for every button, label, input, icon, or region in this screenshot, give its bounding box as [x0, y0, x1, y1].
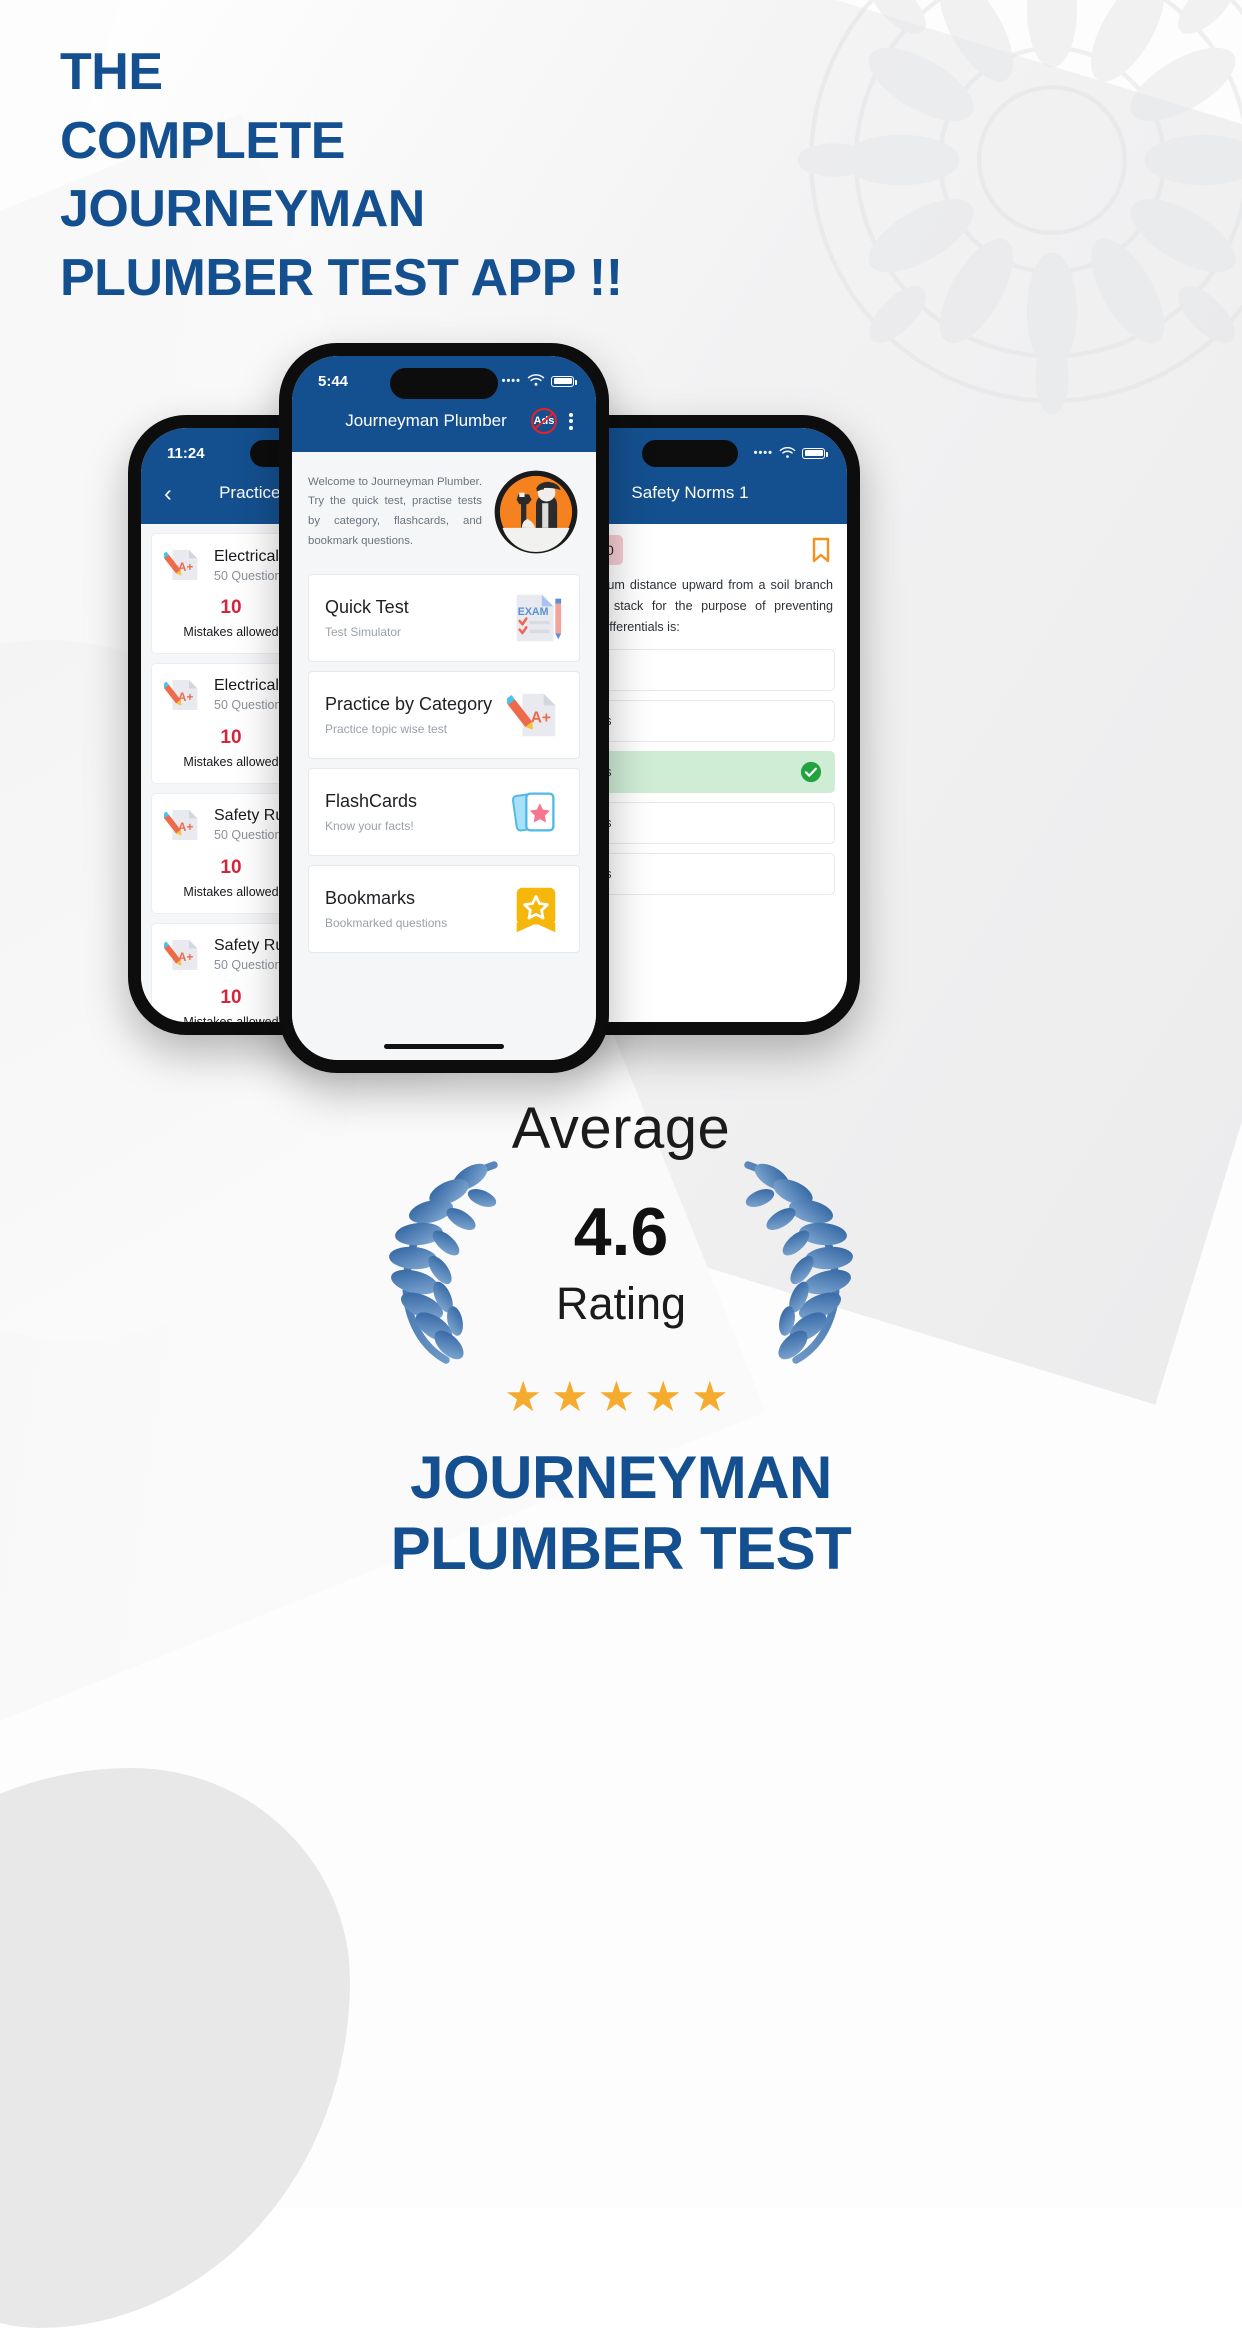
- rating-label: Rating: [555, 1278, 687, 1329]
- home-screen: Welcome to Journeyman Plumber. Try the q…: [292, 452, 596, 1060]
- menu-item-title: Quick Test: [325, 597, 409, 617]
- phone-mockups: 11:24 •••• ‹ Practice by Category: [0, 343, 1242, 1115]
- mistakes-value: 10: [220, 597, 242, 618]
- menu-item-title: FlashCards: [325, 791, 418, 811]
- phone-center-screen: 5:44 •••• Journeyman Plumber Welcome to …: [292, 356, 596, 1060]
- menu-item-subtitle: Practice topic wise test: [325, 722, 448, 736]
- signal-dots-icon: ••••: [753, 447, 773, 459]
- mistakes-label: Mistakes allowed: [183, 1014, 279, 1022]
- status-time: 11:24: [167, 444, 205, 462]
- svg-text:A+: A+: [531, 710, 551, 727]
- signal-dots-icon: ••••: [501, 375, 521, 387]
- exam-document-icon: EXAM: [516, 594, 562, 642]
- page-title: Journeyman Plumber: [345, 411, 507, 430]
- menu-item-bookmarks[interactable]: Bookmarks Bookmarked questions: [308, 865, 580, 953]
- overflow-menu-icon[interactable]: [560, 410, 582, 432]
- menu-item-subtitle: Bookmarked questions: [325, 916, 448, 930]
- welcome-banner: Welcome to Journeyman Plumber. Try the q…: [292, 452, 596, 574]
- battery-icon: [551, 375, 577, 387]
- phone-center-notch: [390, 368, 498, 399]
- welcome-text: Welcome to Journeyman Plumber. Try the q…: [308, 475, 482, 547]
- a-plus-document-icon: A+: [507, 693, 556, 737]
- phone-right-notch: [642, 440, 738, 467]
- footer-title-line-1: JOURNEYMAN: [410, 1444, 832, 1511]
- back-button[interactable]: ‹: [155, 481, 181, 505]
- mistakes-label: Mistakes allowed: [183, 884, 279, 899]
- laurel-right-icon: [744, 1161, 853, 1364]
- a-plus-document-icon: A+: [164, 550, 198, 580]
- rating-value-block: 4.6 Rating: [521, 1192, 721, 1330]
- home-indicator: [384, 1044, 504, 1049]
- headline-line-3: JOURNEYMAN: [60, 180, 425, 239]
- menu-item-title: Bookmarks: [325, 888, 416, 908]
- plumber-logo-icon: [494, 470, 578, 554]
- footer-title: JOURNEYMAN PLUMBER TEST: [0, 1443, 1242, 1585]
- menu-item-subtitle: Know your facts!: [325, 819, 414, 833]
- rating-section: Average 4.6 Rating ★★★★★ JOURNEYMAN PLUM…: [0, 1095, 1242, 1585]
- check-circle-icon: [800, 762, 822, 783]
- menu-item-quick-test[interactable]: Quick Test Test Simulator EXAM: [308, 574, 580, 662]
- mistakes-label: Mistakes allowed: [183, 625, 279, 639]
- headline: THE COMPLETE JOURNEYMAN PLUMBER TEST APP…: [60, 38, 760, 313]
- phone-center-appbar: Journeyman Plumber Ads: [292, 402, 596, 452]
- mandala-ornament-icon: [797, 0, 1242, 415]
- background-blob-lower: [0, 1768, 350, 2328]
- headline-line-2: COMPLETE: [60, 111, 345, 170]
- a-plus-document-icon: A+: [164, 809, 198, 840]
- status-time: 5:44: [318, 372, 349, 390]
- a-plus-document-icon: A+: [164, 679, 198, 710]
- a-plus-document-icon: A+: [164, 939, 198, 970]
- footer-title-line-2: PLUMBER TEST: [390, 1514, 852, 1582]
- menu-item-subtitle: Test Simulator: [325, 625, 402, 639]
- headline-line-1: THE: [60, 43, 163, 101]
- phone-center: 5:44 •••• Journeyman Plumber Welcome to …: [279, 343, 609, 1073]
- laurel-left-icon: [389, 1161, 498, 1364]
- bookmark-star-icon: [516, 887, 556, 933]
- bookmark-outline-icon[interactable]: [809, 536, 833, 564]
- menu-item-title: Practice by Category: [325, 694, 493, 714]
- battery-icon: [802, 447, 828, 459]
- menu-item-flashcards[interactable]: FlashCards Know your facts!: [308, 768, 580, 856]
- mistakes-value: 10: [220, 726, 242, 748]
- mistakes-value: 10: [220, 986, 242, 1008]
- star-rating: ★★★★★: [504, 1373, 738, 1420]
- rating-value: 4.6: [573, 1194, 669, 1270]
- wifi-icon: [779, 446, 796, 458]
- flashcards-icon: [511, 792, 555, 832]
- wifi-icon: [527, 374, 545, 386]
- mistakes-label: Mistakes allowed: [183, 754, 279, 769]
- mistakes-value: 10: [220, 856, 242, 878]
- svg-text:EXAM: EXAM: [518, 606, 549, 618]
- headline-line-4: PLUMBER TEST APP !!: [60, 248, 623, 307]
- laurel-wreath-group: 4.6 Rating: [361, 1156, 881, 1366]
- no-ads-icon[interactable]: Ads: [528, 408, 560, 434]
- menu-item-practice-by-category[interactable]: Practice by Category Practice topic wise…: [308, 671, 580, 759]
